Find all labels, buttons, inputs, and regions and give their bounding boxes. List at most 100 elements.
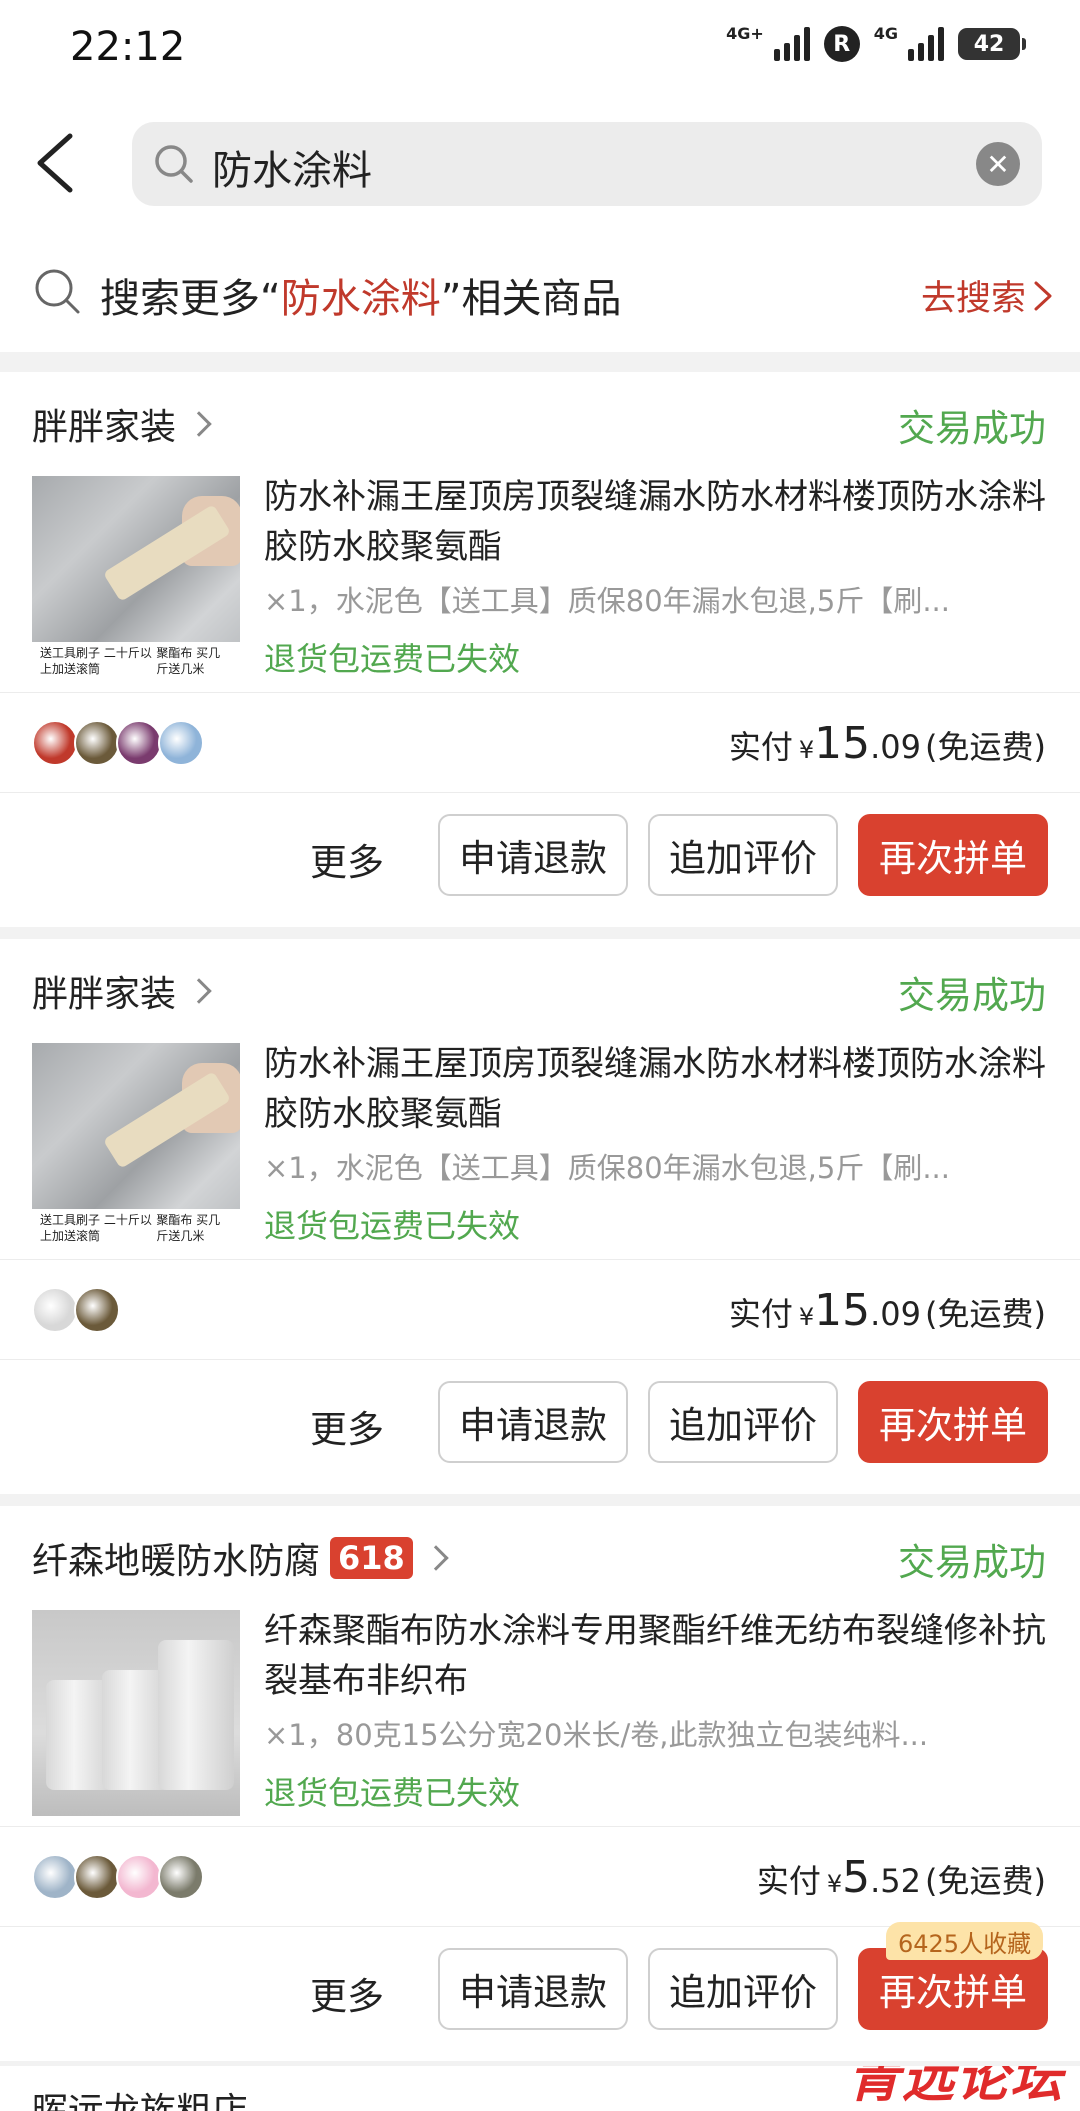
thumb-caption: 聚酯布 买几斤送几米 <box>156 646 221 676</box>
store-name: 纤森地暖防水防腐 <box>32 1541 321 1582</box>
search-more-keyword: 防水涂料 <box>280 276 441 322</box>
add-review-button[interactable]: 追加评价 <box>648 1381 838 1463</box>
watermark-logo: 青远论坛 <box>847 2066 1064 2109</box>
product-row[interactable]: 送工具刷子 二十斤以上加送滚筒 聚酯布 买几斤送几米 防水补漏王屋顶房顶裂缝漏水防… <box>0 468 1080 690</box>
product-title: 防水补漏王屋顶房顶裂缝漏水防水材料楼顶防水涂料胶防水胶聚氨酯 <box>264 477 1046 567</box>
order-card[interactable]: 胖胖家装 交易成功 送工具刷子 二十斤以上加送滚筒 聚酯布 买几斤送几米 防水补漏… <box>0 939 1080 1494</box>
more-button[interactable]: 更多 <box>310 1966 384 2020</box>
price-decimal: .09 <box>870 728 922 766</box>
store-link[interactable]: 胖胖家装 <box>32 965 212 1017</box>
paid-amount: 实付 ¥ 15 .09 (免运费) <box>729 718 1046 769</box>
search-more-suffix: ”相关商品 <box>440 276 622 322</box>
promo-tag: 618 <box>330 1537 413 1579</box>
more-button[interactable]: 更多 <box>310 832 384 886</box>
product-thumbnail[interactable]: 送工具刷子 二十斤以上加送滚筒 聚酯布 买几斤送几米 <box>32 1043 240 1249</box>
search-icon <box>32 266 82 316</box>
store-link[interactable]: 纤森地暖防水防腐 618 <box>32 1532 449 1584</box>
order-status: 交易成功 <box>898 974 1046 1017</box>
network-label-b: 4G <box>873 24 898 43</box>
order-card[interactable]: 胖胖家装 交易成功 送工具刷子 二十斤以上加送滚筒 聚酯布 买几斤送几米 防水补漏… <box>0 372 1080 927</box>
return-shipping-note: 退货包运费已失效 <box>264 1774 521 1812</box>
buyer-avatar <box>74 1287 120 1333</box>
product-row[interactable]: 纤森聚酯布防水涂料专用聚酯纤维无纺布裂缝修补抗裂基布非织布 ×1，80克15公分… <box>0 1602 1080 1824</box>
go-search-link[interactable]: 去搜索 <box>921 270 1054 321</box>
order-header: 胖胖家装 交易成功 <box>0 939 1080 1035</box>
buyer-avatar <box>74 720 120 766</box>
price-integer: 5 <box>842 1852 871 1903</box>
chevron-right-icon <box>423 1545 449 1571</box>
price-decimal: .09 <box>870 1295 922 1333</box>
currency-symbol: ¥ <box>798 736 815 764</box>
price-decimal: .52 <box>870 1862 922 1900</box>
product-row[interactable]: 送工具刷子 二十斤以上加送滚筒 聚酯布 买几斤送几米 防水补漏王屋顶房顶裂缝漏水防… <box>0 1035 1080 1257</box>
thumb-caption: 送工具刷子 二十斤以上加送滚筒 <box>40 646 152 676</box>
product-spec: ×1，水泥色【送工具】质保80年漏水包退,5斤【刷... <box>264 584 950 618</box>
buyer-avatar <box>116 720 162 766</box>
product-title: 防水补漏王屋顶房顶裂缝漏水防水材料楼顶防水涂料胶防水胶聚氨酯 <box>264 1044 1046 1134</box>
order-actions: 更多 申请退款 追加评价 再次拼单 <box>0 1359 1080 1494</box>
buyer-avatars <box>32 1854 204 1900</box>
currency-symbol: ¥ <box>826 1870 843 1898</box>
currency-symbol: ¥ <box>798 1303 815 1331</box>
close-icon: ✕ <box>986 147 1010 181</box>
buyer-avatar <box>32 1287 78 1333</box>
add-review-button[interactable]: 追加评价 <box>648 1948 838 2030</box>
chevron-right-icon <box>1034 281 1052 310</box>
chevron-left-icon <box>37 133 73 193</box>
chevron-right-icon <box>186 978 212 1004</box>
refund-button[interactable]: 申请退款 <box>438 814 628 896</box>
refund-button[interactable]: 申请退款 <box>438 1948 628 2030</box>
return-shipping-note: 退货包运费已失效 <box>264 1207 521 1245</box>
rebuy-button[interactable]: 再次拼单 <box>858 1381 1048 1463</box>
paid-label: 实付 <box>756 1862 821 1900</box>
battery-icon: 42 <box>958 28 1026 60</box>
add-review-button[interactable]: 追加评价 <box>648 814 838 896</box>
clear-search-button[interactable]: ✕ <box>976 142 1020 186</box>
status-time: 22:12 <box>70 24 186 70</box>
search-input[interactable]: 防水涂料 ✕ <box>132 122 1042 206</box>
product-spec: ×1，80克15公分宽20米长/卷,此款独立包装纯料... <box>264 1718 929 1752</box>
next-order-card[interactable]: 晖远龙族粗店 青远论坛 <box>0 2066 1080 2111</box>
buyer-avatar <box>116 1854 162 1900</box>
buyer-avatar <box>32 1854 78 1900</box>
buyer-avatar <box>74 1854 120 1900</box>
price-integer: 15 <box>814 1285 871 1336</box>
buyer-avatar <box>32 720 78 766</box>
buyer-avatar <box>158 720 204 766</box>
search-more-text: 搜索更多“防水涂料”相关商品 <box>100 266 621 324</box>
roaming-icon: R <box>823 26 860 62</box>
more-button[interactable]: 更多 <box>310 1399 384 1453</box>
search-header: 防水涂料 ✕ <box>0 100 1080 230</box>
order-header: 胖胖家装 交易成功 <box>0 372 1080 468</box>
order-actions: 更多 申请退款 追加评价 再次拼单 6425人收藏 <box>0 1922 1080 2061</box>
paid-label: 实付 <box>728 1295 793 1333</box>
order-status: 交易成功 <box>898 407 1046 450</box>
shipping-note: (免运费) <box>925 728 1046 766</box>
buyers-row: 实付 ¥ 15 .09 (免运费) <box>0 692 1080 792</box>
order-actions: 更多 申请退款 追加评价 再次拼单 <box>0 792 1080 927</box>
store-name: 胖胖家装 <box>32 407 177 448</box>
shipping-note: (免运费) <box>925 1295 1046 1333</box>
buyers-row: 实付 ¥ 15 .09 (免运费) <box>0 1259 1080 1359</box>
thumb-caption: 送工具刷子 二十斤以上加送滚筒 <box>40 1213 152 1243</box>
chevron-right-icon <box>186 411 212 437</box>
search-query[interactable]: 防水涂料 <box>212 138 372 196</box>
product-title: 纤森聚酯布防水涂料专用聚酯纤维无纺布裂缝修补抗裂基布非织布 <box>264 1611 1046 1701</box>
paid-amount: 实付 ¥ 15 .09 (免运费) <box>729 1285 1046 1336</box>
signal-icon <box>773 27 810 61</box>
store-name: 胖胖家装 <box>32 974 177 1015</box>
order-card[interactable]: 纤森地暖防水防腐 618 交易成功 纤森聚酯布防水涂料专用聚酯纤维无纺布裂缝修补… <box>0 1506 1080 2061</box>
refund-button[interactable]: 申请退款 <box>438 1381 628 1463</box>
return-shipping-note: 退货包运费已失效 <box>264 640 521 678</box>
paid-label: 实付 <box>728 728 793 766</box>
order-header: 纤森地暖防水防腐 618 交易成功 <box>0 1506 1080 1602</box>
back-button[interactable] <box>28 128 88 198</box>
store-link[interactable]: 胖胖家装 <box>32 398 212 450</box>
shipping-note: (免运费) <box>925 1862 1046 1900</box>
product-thumbnail[interactable]: 送工具刷子 二十斤以上加送滚筒 聚酯布 买几斤送几米 <box>32 476 240 682</box>
rebuy-button[interactable]: 再次拼单 <box>858 1948 1048 2030</box>
go-search-label: 去搜索 <box>920 279 1026 319</box>
rebuy-button[interactable]: 再次拼单 <box>858 814 1048 896</box>
product-thumbnail[interactable] <box>32 1610 240 1816</box>
search-more-banner[interactable]: 搜索更多“防水涂料”相关商品 去搜索 <box>0 230 1080 352</box>
